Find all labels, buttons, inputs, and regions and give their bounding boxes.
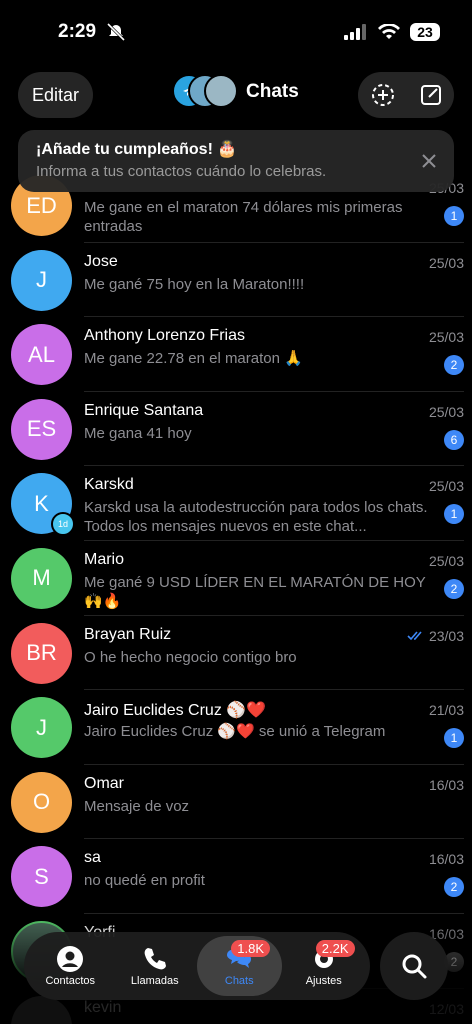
close-icon[interactable] <box>418 150 440 172</box>
banner-title: ¡Añade tu cumpleaños! 🎂 <box>36 141 238 158</box>
self-destruct-timer-badge: 1d <box>51 512 75 537</box>
chat-preview: Me gane 22.78 en el maraton 🙏 <box>84 350 303 368</box>
header: Editar Chats <box>0 70 472 120</box>
clock: 2:29 <box>58 21 97 42</box>
phone-icon <box>144 948 166 970</box>
battery-indicator: 23 <box>410 23 440 41</box>
chat-row[interactable]: M Mario 25/03 Me gané 9 USD LÍDER EN EL … <box>0 541 472 616</box>
wifi-icon <box>378 24 400 39</box>
avatar: K 1d <box>11 473 75 537</box>
chat-date: 16/03 <box>428 776 464 793</box>
unread-badge: 2 <box>444 355 464 376</box>
tab-chats[interactable]: 1.8K Chats <box>197 936 282 996</box>
chat-row[interactable]: J Jose 25/03 Me gané 75 hoy en la Marato… <box>0 243 472 318</box>
page-title: Chats <box>246 81 299 102</box>
chat-date: 25/03 <box>428 478 464 495</box>
birthday-banner[interactable]: ¡Añade tu cumpleaños! 🎂 Informa a tus co… <box>18 130 454 192</box>
chat-list: ED 25/03 Me gane en el maraton 74 dólare… <box>0 168 472 1024</box>
chat-date: 12/03 <box>428 1000 464 1017</box>
chat-row[interactable]: O Omar 16/03 Mensaje de voz <box>0 765 472 840</box>
avatar: S <box>11 846 72 908</box>
chat-preview: Me gané 75 hoy en la Maraton!!!! <box>84 275 305 293</box>
chat-date: 25/03 <box>428 329 464 346</box>
unread-badge: 1 <box>444 206 464 226</box>
chat-name: Enrique Santana <box>84 401 204 419</box>
avatar: BR <box>11 622 72 684</box>
chat-preview: Me gane en el maraton 74 dólares mis pri… <box>84 199 403 235</box>
chat-name: kevin <box>84 998 122 1016</box>
avatar: ES <box>11 398 72 460</box>
chat-name: Omar <box>84 774 124 792</box>
chat-date: 25/03 <box>428 254 464 271</box>
chat-preview: O he hecho negocio contigo bro <box>84 648 297 666</box>
chat-name: Anthony Lorenzo Frias <box>84 327 245 345</box>
banner-subtitle: Informa a tus contactos cuándo lo celebr… <box>36 163 327 180</box>
chat-row[interactable]: S sa 16/03 no quedé en profit 2 <box>0 839 472 914</box>
chat-preview: Karskd usa la autodestrucción para todos… <box>84 499 428 536</box>
avatar: J <box>11 697 72 759</box>
chat-row[interactable]: ES Enrique Santana 25/03 Me gana 41 hoy … <box>0 392 472 467</box>
chat-name: Karskd <box>84 476 134 494</box>
chat-name: Jairo Euclides Cruz ⚾❤️ <box>84 702 267 720</box>
chat-preview: Me gana 41 hoy <box>84 424 192 442</box>
status-bar: 2:29 23 <box>0 0 472 64</box>
person-icon <box>57 946 84 972</box>
signal-icon <box>344 24 366 40</box>
tab-calls[interactable]: Llamadas <box>113 936 198 996</box>
unread-badge: 6 <box>444 429 464 450</box>
header-actions <box>358 72 454 118</box>
chat-row[interactable]: J Jairo Euclides Cruz ⚾❤️ 21/03 Jairo Eu… <box>0 690 472 765</box>
bell-muted-icon <box>106 22 126 42</box>
chat-date: 25/03 <box>428 403 464 420</box>
compose-icon[interactable] <box>419 83 443 107</box>
tab-settings[interactable]: 2.2K Ajustes <box>282 936 367 996</box>
chat-row[interactable]: K 1d Karskd 25/03 Karskd usa la autodest… <box>0 466 472 541</box>
unread-badge: 2 <box>444 578 464 599</box>
chat-name: Mario <box>84 550 125 568</box>
tab-badge: 2.2K <box>315 940 355 957</box>
unread-badge: 2 <box>444 877 464 898</box>
chat-date: 16/03 <box>428 851 464 868</box>
search-icon <box>402 954 427 979</box>
chat-preview: Mensaje de voz <box>84 797 190 815</box>
new-story-icon[interactable] <box>370 82 396 108</box>
chat-date: 25/03 <box>428 552 464 569</box>
tab-badge: 1.8K <box>231 940 270 957</box>
avatar: M <box>11 547 72 609</box>
edit-button[interactable]: Editar <box>18 72 94 118</box>
chat-preview: no quedé en profit <box>84 872 205 890</box>
chat-row[interactable]: BR Brayan Ruiz 23/03 O he hecho negocio … <box>0 616 472 691</box>
story-avatar <box>204 74 238 108</box>
avatar: J <box>11 249 72 311</box>
search-button[interactable] <box>380 932 448 1000</box>
tab-bar: Contactos Llamadas 1.8K Chats 2.2K Ajust… <box>24 932 370 1000</box>
chat-name: sa <box>84 849 101 867</box>
avatar: AL <box>11 324 72 386</box>
chat-preview: Jairo Euclides Cruz ⚾❤️ se unió a Telegr… <box>84 723 386 741</box>
avatar: O <box>11 771 72 833</box>
unread-badge: 1 <box>444 728 464 749</box>
chat-preview: Me gané 9 USD LÍDER EN EL MARATÓN DE HOY… <box>84 573 426 610</box>
stories-avatars[interactable] <box>172 74 238 110</box>
chat-name: Brayan Ruiz <box>84 625 172 643</box>
chat-date: 21/03 <box>428 702 464 719</box>
tab-contacts[interactable]: Contactos <box>28 936 113 996</box>
chat-name: Jose <box>84 252 118 270</box>
unread-badge: 1 <box>444 504 464 525</box>
double-check-icon <box>407 631 422 640</box>
chat-date: 23/03 <box>428 627 464 644</box>
chat-row[interactable]: AL Anthony Lorenzo Frias 25/03 Me gane 2… <box>0 317 472 392</box>
